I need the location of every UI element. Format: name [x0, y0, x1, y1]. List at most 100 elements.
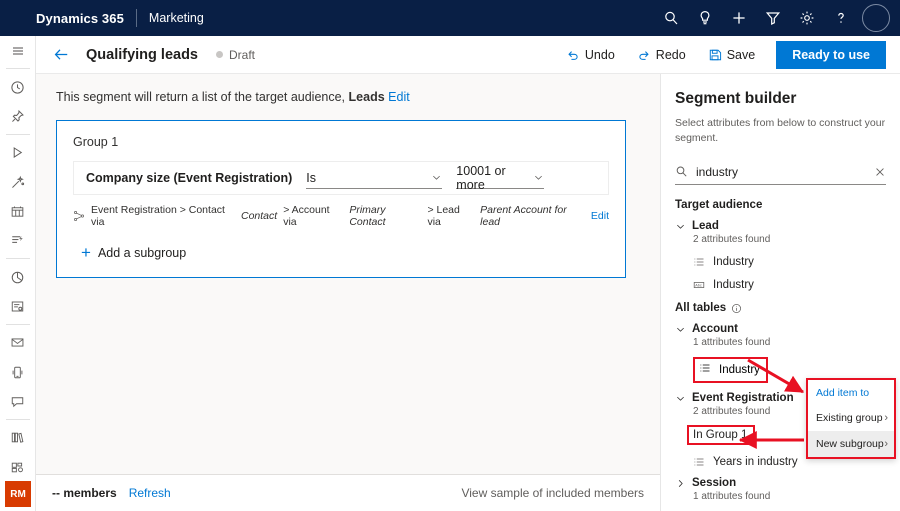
view-sample-link[interactable]: View sample of included members — [461, 486, 644, 500]
info-icon[interactable] — [731, 303, 742, 314]
undo-button[interactable]: Undo — [557, 43, 624, 67]
brand-dynamics365[interactable]: Dynamics 365 — [36, 11, 124, 26]
gear-icon[interactable] — [790, 0, 824, 36]
in-group-1-badge[interactable]: In Group 1 — [687, 425, 755, 445]
context-menu-header: Add item to — [808, 380, 894, 405]
command-bar-actions: Undo Redo S — [557, 41, 900, 69]
back-arrow-icon[interactable] — [44, 38, 78, 72]
table-group-session[interactable]: Session — [675, 477, 886, 489]
context-menu-item-new-subgroup[interactable]: New subgroup › — [808, 431, 894, 457]
search-icon[interactable] — [654, 0, 688, 36]
text-field-icon: Abc — [693, 279, 705, 291]
chevron-right-icon: › — [884, 438, 888, 450]
attribute-account-industry[interactable]: Industry — [693, 357, 768, 383]
segment-description: This segment will return a list of the t… — [36, 74, 660, 104]
table-name-event-registration: Event Registration — [692, 392, 794, 404]
plus-icon[interactable] — [722, 0, 756, 36]
segment-target-entity: Leads — [349, 90, 385, 104]
close-icon[interactable] — [874, 166, 886, 178]
attribute-lead-industry-text[interactable]: Abc Industry — [693, 279, 886, 291]
page-title: Qualifying leads — [86, 47, 198, 63]
lightbulb-icon[interactable] — [688, 0, 722, 36]
context-menu-item-label: New subgroup — [816, 438, 884, 450]
condition-value-dropdown[interactable]: 10001 or more — [456, 167, 544, 189]
relationship-path-segment: > Lead via — [427, 204, 474, 228]
chevron-down-icon — [533, 172, 544, 183]
chevron-down-icon[interactable] — [675, 221, 686, 232]
flow-icon[interactable] — [0, 226, 36, 255]
pin-icon[interactable] — [0, 102, 36, 131]
command-bar: Qualifying leads Draft Undo — [36, 36, 900, 74]
ready-to-use-button[interactable]: Ready to use — [776, 41, 886, 69]
table-name-account: Account — [692, 323, 738, 335]
recent-clock-icon[interactable] — [0, 72, 36, 101]
table-count-lead: 2 attributes found — [693, 234, 886, 245]
optionset-icon — [693, 256, 705, 268]
search-input[interactable]: industry — [696, 165, 874, 179]
status-dot-icon — [216, 51, 223, 58]
condition-operator-dropdown[interactable]: Is — [306, 167, 442, 189]
undo-icon — [566, 48, 580, 62]
rail-divider — [6, 68, 30, 69]
group-1-box[interactable]: Group 1 Company size (Event Registration… — [56, 120, 626, 278]
rail-divider — [6, 258, 30, 259]
panel-title: Segment builder — [675, 90, 886, 108]
app-name-marketing[interactable]: Marketing — [149, 11, 204, 25]
status-label: Draft — [229, 48, 255, 62]
table-group-account[interactable]: Account — [675, 323, 886, 335]
segment-description-edit-link[interactable]: Edit — [388, 90, 410, 104]
pie-chart-icon[interactable] — [0, 262, 36, 291]
optionset-icon — [699, 361, 711, 379]
chevron-down-icon[interactable] — [675, 393, 686, 404]
members-bar: -- members Refresh View sample of includ… — [36, 474, 660, 511]
analytics-icon[interactable] — [0, 452, 36, 481]
chat-icon[interactable] — [0, 387, 36, 416]
user-initials-avatar[interactable]: RM — [5, 481, 31, 507]
save-button[interactable]: Save — [699, 43, 765, 67]
help-icon[interactable] — [824, 0, 858, 36]
attribute-label: Years in industry — [713, 456, 798, 468]
refresh-link[interactable]: Refresh — [129, 486, 171, 500]
user-avatar[interactable] — [862, 4, 890, 32]
add-item-context-menu: Add item to Existing group › New subgrou… — [806, 378, 896, 459]
relationship-name-2: Primary Contact — [349, 204, 421, 228]
add-subgroup-button[interactable]: + Add a subgroup — [81, 244, 609, 261]
calendar-grid-icon[interactable] — [0, 197, 36, 226]
email-icon[interactable] — [0, 328, 36, 357]
chevron-down-icon[interactable] — [675, 324, 686, 335]
mobile-icon[interactable] — [0, 357, 36, 386]
dynamics-365-segment-builder-app: Dynamics 365 Marketing — [0, 0, 900, 511]
condition-operator-value: Is — [306, 171, 316, 185]
condition-row[interactable]: Company size (Event Registration) Is 100… — [73, 161, 609, 195]
target-audience-heading: Target audience — [675, 199, 886, 211]
table-count-session: 1 attributes found — [693, 491, 886, 502]
filter-icon[interactable] — [756, 0, 790, 36]
rail-divider — [6, 419, 30, 420]
relationship-path-edit-link[interactable]: Edit — [591, 210, 609, 222]
chevron-down-icon — [431, 172, 442, 183]
table-group-lead[interactable]: Lead — [675, 220, 886, 232]
rail-divider — [6, 134, 30, 135]
form-icon[interactable] — [0, 292, 36, 321]
undo-label: Undo — [585, 48, 615, 62]
panel-subtitle: Select attributes from below to construc… — [675, 116, 886, 146]
chevron-right-icon[interactable] — [675, 478, 686, 489]
magic-wand-icon[interactable] — [0, 167, 36, 196]
play-icon[interactable] — [0, 138, 36, 167]
rail-divider — [6, 324, 30, 325]
library-icon[interactable] — [0, 423, 36, 452]
relationship-path-segment: > Account via — [283, 204, 343, 228]
attribute-search-box[interactable]: industry — [675, 159, 886, 185]
all-tables-label: All tables — [675, 302, 726, 314]
relationship-name-1: Contact — [241, 210, 277, 222]
hamburger-menu-icon[interactable] — [0, 36, 36, 65]
save-label: Save — [727, 48, 756, 62]
condition-attribute-label: Company size (Event Registration) — [86, 171, 292, 185]
status-badge: Draft — [216, 48, 255, 62]
segment-description-text: This segment will return a list of the t… — [56, 90, 345, 104]
redo-button[interactable]: Redo — [628, 43, 695, 67]
group-title: Group 1 — [73, 135, 609, 149]
context-menu-item-existing-group[interactable]: Existing group › — [808, 405, 894, 431]
relationship-name-3: Parent Account for lead — [480, 204, 585, 228]
attribute-lead-industry-optionset[interactable]: Industry — [693, 256, 886, 268]
